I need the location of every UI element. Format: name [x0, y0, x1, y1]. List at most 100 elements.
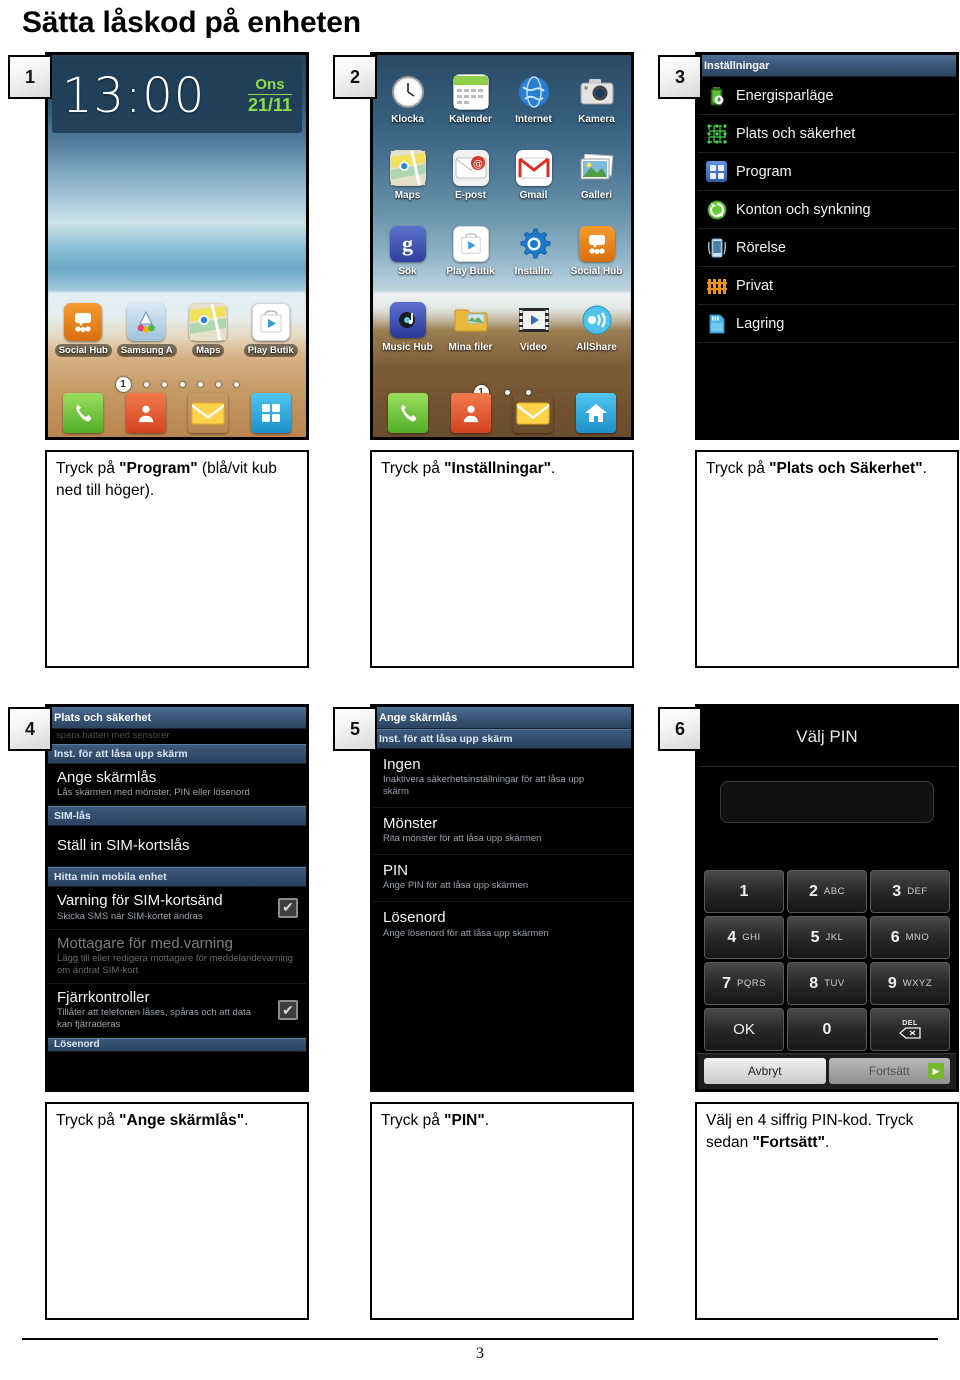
messages-icon[interactable]: [188, 393, 228, 433]
key-9[interactable]: 9 WXYZ: [870, 962, 950, 1005]
home-icon[interactable]: [575, 393, 616, 433]
settings-item-lagring[interactable]: Lagring: [698, 305, 956, 343]
row-stall-in-sim-kortslas[interactable]: Ställ in SIM-kortslås: [48, 826, 306, 868]
drawer-dock: [373, 389, 631, 437]
row-checkbox[interactable]: ✔: [278, 897, 298, 918]
phone-screenshot-3: Inställningar Energisparläge Plats och s…: [695, 52, 959, 440]
settings-item-plats-och-sakerhet[interactable]: Plats och säkerhet: [698, 115, 956, 153]
drawer-app-klocka[interactable]: Klocka: [376, 61, 439, 137]
drawer-app-label: Kamera: [578, 113, 615, 125]
key-1[interactable]: 1: [704, 870, 784, 913]
key-0[interactable]: 0: [787, 1008, 867, 1051]
phone-screenshot-4: Plats och säkerhet spara batteri med sen…: [45, 704, 309, 1092]
page-dot[interactable]: [233, 382, 239, 387]
drawer-app-sok[interactable]: g Sök: [376, 213, 439, 289]
settings-item-rorelse[interactable]: Rörelse: [698, 229, 956, 267]
settings-item-privat[interactable]: Privat: [698, 267, 956, 305]
phone-icon[interactable]: [388, 393, 429, 433]
step-caption-5: Tryck på "PIN".: [370, 1102, 634, 1320]
row-ange-skarmlas[interactable]: Ange skärmlås Lås skärmen med mönster, P…: [48, 764, 306, 807]
row-checkbox[interactable]: ✔: [278, 1000, 298, 1020]
drawer-app-maps[interactable]: Maps: [376, 137, 439, 213]
drawer-app-internet[interactable]: Internet: [502, 61, 565, 137]
row-fjarrkontroller[interactable]: Fjärrkontroller Tillåter att telefonen l…: [48, 984, 306, 1038]
document-page: Sätta låskod på enheten 1 13:00 Ons 21/1…: [0, 0, 960, 1380]
settings-item-konton-och-synkning[interactable]: Konton och synkning: [698, 191, 956, 229]
drawer-app-allshare[interactable]: AllShare: [565, 289, 628, 365]
key-2[interactable]: 2 ABC: [787, 870, 867, 913]
row-varning-sim-kortsand[interactable]: Varning för SIM-kortsänd Skicka SMS när …: [48, 887, 306, 930]
footer-divider: [22, 1338, 938, 1340]
home-app-label: Maps: [192, 344, 225, 357]
clock-widget[interactable]: 13:00 Ons 21/11: [52, 59, 302, 133]
maps-icon: [189, 303, 228, 341]
key-4[interactable]: 4 GHI: [704, 916, 784, 959]
steps-grid: 1 13:00 Ons 21/11 Social Hub Samsung A M…: [0, 52, 960, 1356]
drawer-app-label: Galleri: [580, 189, 613, 201]
home-app-play-butik[interactable]: Play Butik: [242, 303, 300, 362]
key-ok[interactable]: OK: [704, 1008, 784, 1051]
caption-suffix: .: [922, 460, 927, 477]
caption-bold: "PIN": [444, 1112, 485, 1129]
caption-bold: "Program": [119, 460, 198, 477]
page-dot[interactable]: [161, 382, 167, 387]
key-3[interactable]: 3 DEF: [870, 870, 950, 913]
caption-suffix: .: [824, 1134, 830, 1151]
page-dot[interactable]: [215, 382, 221, 387]
key-5[interactable]: 5 JKL: [787, 916, 867, 959]
phone-icon[interactable]: [63, 393, 104, 433]
drawer-app-music-hub[interactable]: Music Hub: [376, 289, 439, 365]
pin-input-field[interactable]: [720, 781, 934, 823]
globe-icon: [516, 74, 552, 110]
key-letters: GHI: [742, 932, 761, 943]
contacts-icon[interactable]: [125, 393, 166, 433]
apps-grid-icon[interactable]: [250, 393, 291, 433]
row-monster[interactable]: Mönster Rita mönster för att låsa upp sk…: [373, 808, 631, 856]
key-letters: JKL: [825, 932, 844, 943]
drawer-app-play-butik[interactable]: Play Butik: [439, 213, 502, 289]
google-search-icon: g: [389, 225, 426, 262]
drawer-app-kamera[interactable]: Kamera: [565, 61, 628, 137]
step-caption-3: Tryck på "Plats och Säkerhet".: [695, 450, 959, 668]
drawer-app-social-hub[interactable]: Social Hub: [565, 213, 628, 289]
step-number-badge-6: 6: [658, 707, 702, 751]
key-7[interactable]: 7 PQRS: [704, 962, 784, 1005]
page-dot[interactable]: [197, 382, 203, 387]
drawer-app-kalender[interactable]: Kalender: [439, 61, 502, 137]
contacts-icon[interactable]: [450, 393, 491, 433]
drawer-app-galleri[interactable]: Galleri: [565, 137, 628, 213]
row-mottagare-varning[interactable]: Mottagare för med.varning Lägg till elle…: [48, 930, 306, 984]
drawer-app-epost[interactable]: @ E-post: [439, 137, 502, 213]
step-number-badge-2: 2: [333, 55, 377, 99]
page-dot[interactable]: [143, 382, 149, 387]
caption-bold: "Ange skärmlås": [119, 1112, 245, 1129]
page-dot[interactable]: [179, 382, 185, 387]
home-app-samsung-apps[interactable]: Samsung A: [116, 303, 177, 362]
cancel-button[interactable]: Avbryt: [704, 1058, 826, 1084]
key-8[interactable]: 8 TUV: [787, 962, 867, 1005]
drawer-app-mina-filer[interactable]: Mina filer: [439, 289, 502, 365]
home-app-row: Social Hub Samsung A Maps Play Butik: [48, 303, 306, 362]
home-app-maps[interactable]: Maps: [179, 303, 237, 362]
key-number: 8: [809, 974, 819, 992]
social-hub-icon: [64, 303, 103, 341]
row-losenord[interactable]: Lösenord Ange lösenord för att låsa upp …: [373, 902, 631, 948]
settings-item-energisparlage[interactable]: Energisparläge: [698, 77, 956, 115]
messages-icon[interactable]: [513, 393, 553, 433]
row-subtitle: Lås skärmen med mönster, PIN eller lösen…: [57, 787, 250, 799]
row-subtitle: Ange lösenord för att låsa upp skärmen: [383, 927, 549, 939]
drawer-app-video[interactable]: Video: [502, 289, 565, 365]
maps-icon: [389, 149, 426, 186]
key-delete[interactable]: DEL: [870, 1008, 950, 1051]
settings-item-program[interactable]: Program: [698, 153, 956, 191]
row-pin[interactable]: PIN Ange PIN för att låsa upp skärmen: [373, 855, 631, 903]
drawer-app-label: Kalender: [449, 113, 492, 125]
drawer-app-gmail[interactable]: Gmail: [502, 137, 565, 213]
drawer-app-installningar[interactable]: Inställn.: [502, 213, 565, 289]
row-ingen[interactable]: Ingen Inaktivera säkerhetsinställningar …: [373, 749, 631, 808]
home-app-social-hub[interactable]: Social Hub: [54, 303, 112, 362]
drawer-app-label: Internet: [515, 113, 552, 125]
drawer-app-label: Maps: [394, 189, 421, 201]
continue-button[interactable]: Fortsätt ▶: [828, 1058, 950, 1084]
key-6[interactable]: 6 MNO: [870, 916, 950, 959]
